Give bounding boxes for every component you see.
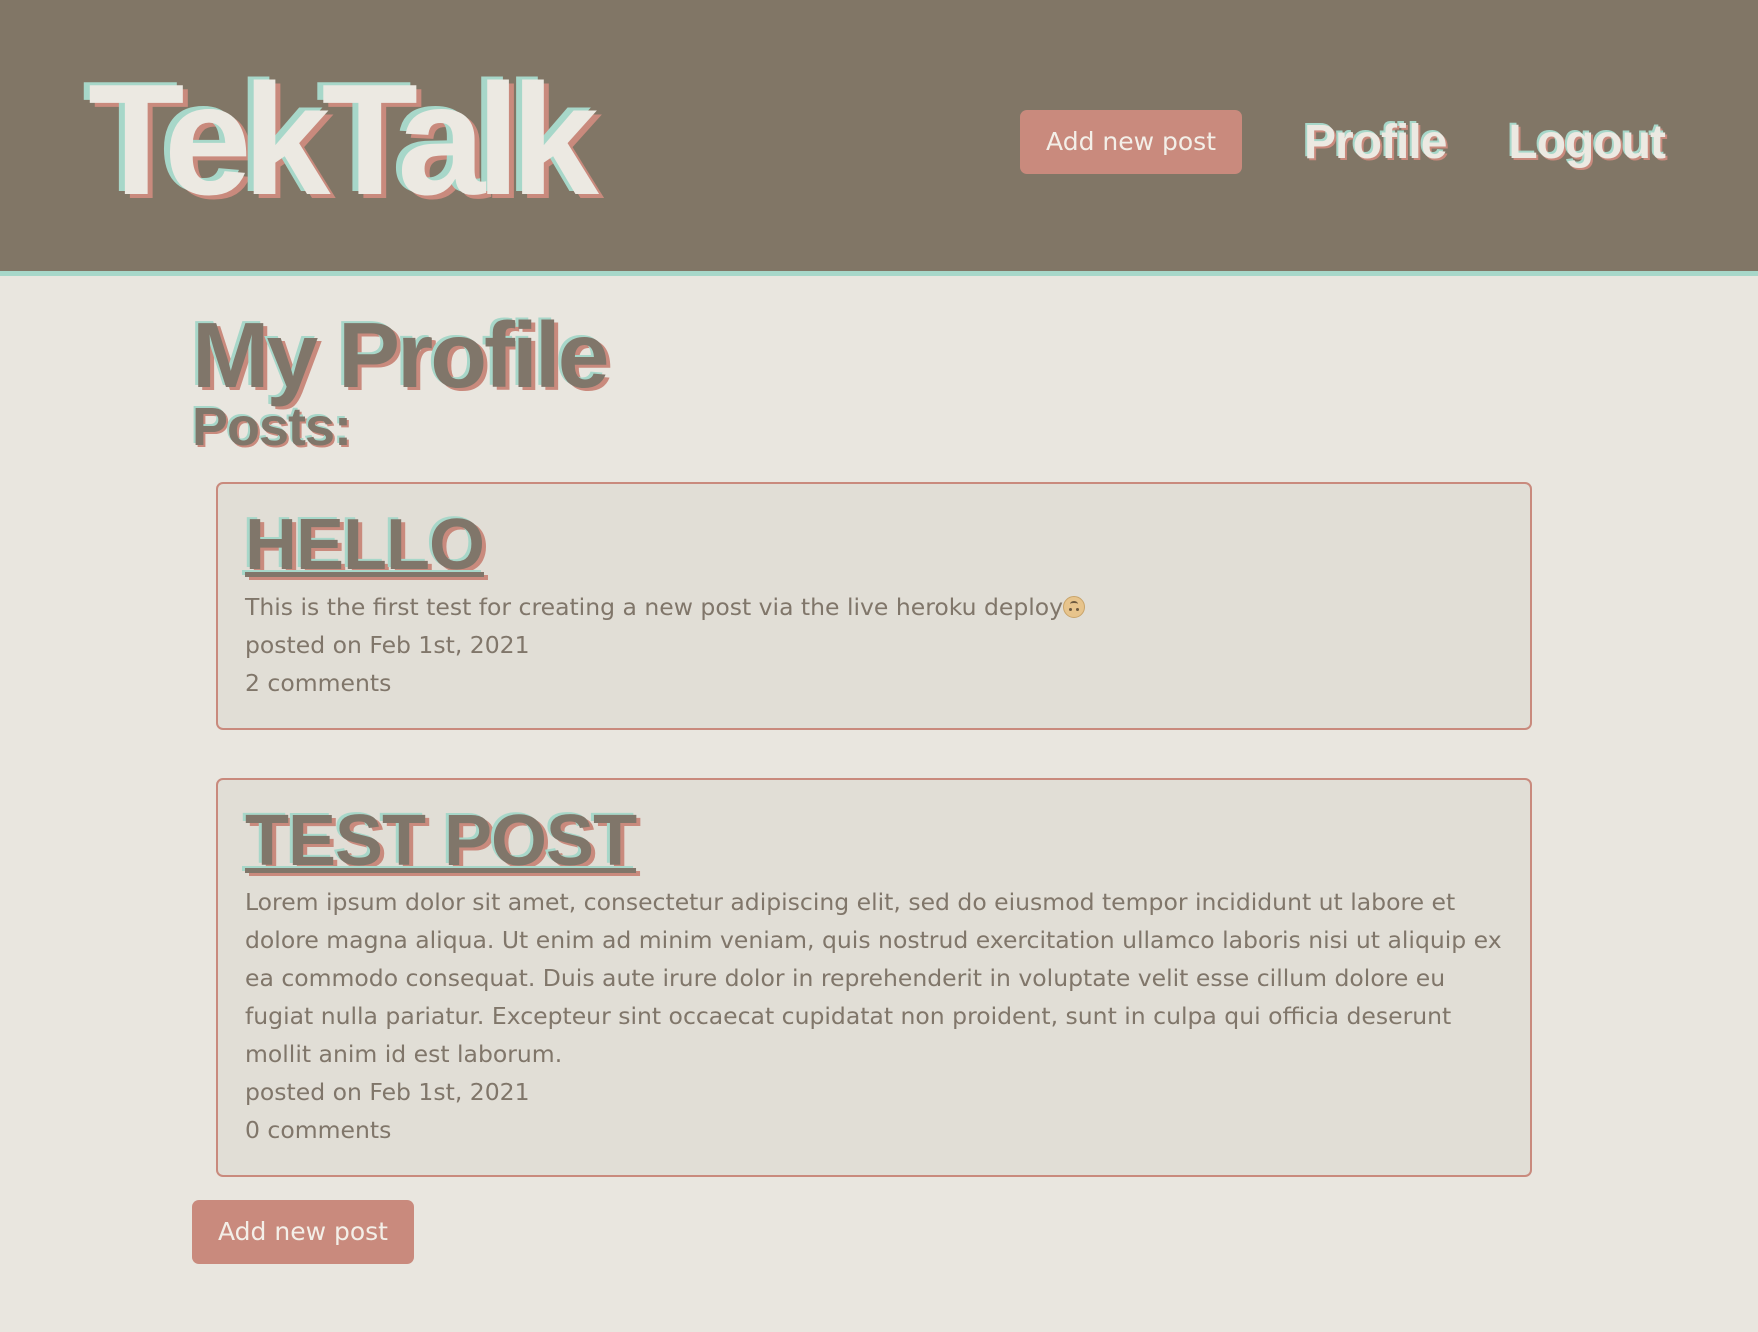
profile-main: My Profile Posts: HELLO This is the firs… [192,303,1532,1265]
post-comment-count: 2 comments [245,668,392,697]
page-title: My Profile [192,303,609,407]
post-date: posted on Feb 1st, 2021 [245,630,530,659]
post-card: HELLO This is the first test for creatin… [216,482,1532,730]
top-navbar: TekTalk Add new post Profile Logout [0,0,1758,276]
main-nav: Add new post Profile Logout [1020,110,1666,174]
logout-link[interactable]: Logout [1508,115,1666,170]
add-new-post-button[interactable]: Add new post [192,1200,414,1265]
site-logo[interactable]: TekTalk [88,46,599,236]
post-title-link[interactable]: HELLO [245,508,485,584]
profile-link[interactable]: Profile [1304,115,1447,170]
post-date: posted on Feb 1st, 2021 [245,1078,530,1107]
add-new-post-nav-button[interactable]: Add new post [1020,110,1243,174]
post-body: Lorem ipsum dolor sit amet, consectetur … [245,888,1502,1069]
post-card: TEST POST Lorem ipsum dolor sit amet, co… [216,777,1532,1178]
upside-down-face-icon [1063,595,1086,618]
post-comment-count: 0 comments [245,1116,392,1145]
post-list: HELLO This is the first test for creatin… [192,482,1532,1178]
post-body-text: This is the first test for creating a ne… [245,592,1064,621]
post-body: This is the first test for creating a ne… [245,588,1503,626]
post-title-link[interactable]: TEST POST [245,803,637,880]
